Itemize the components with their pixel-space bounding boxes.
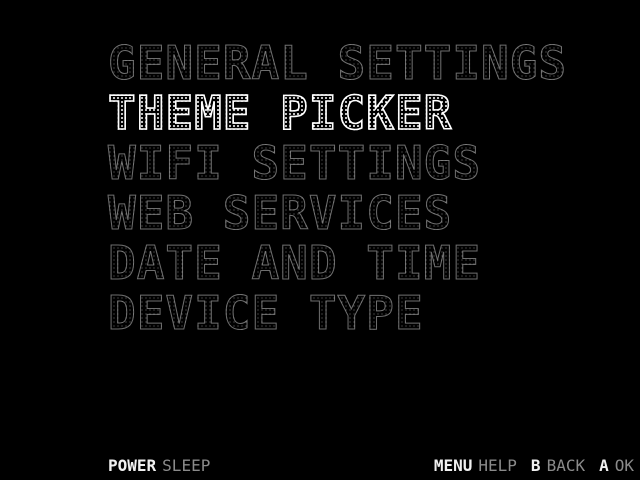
- menu-item-wifi-settings[interactable]: WIFI SETTINGS: [107, 138, 567, 189]
- power-hint: POWER SLEEP: [108, 456, 224, 475]
- menu-item-date-and-time[interactable]: DATE AND TIME: [107, 238, 567, 289]
- menu-item-web-services[interactable]: WEB SERVICES: [107, 188, 567, 239]
- button-hint-bar: POWER SLEEP MENU HELP B BACK A OK: [108, 454, 634, 476]
- control-hints: MENU HELP B BACK A OK: [434, 456, 634, 475]
- b-button-label[interactable]: B: [531, 456, 541, 475]
- back-action-label: BACK: [546, 455, 586, 475]
- menu-item-general-settings[interactable]: GENERAL SETTINGS: [107, 38, 567, 89]
- help-action-label: HELP: [478, 455, 517, 475]
- a-button-label[interactable]: A: [599, 456, 609, 475]
- settings-menu: GENERAL SETTINGS THEME PICKER WIFI SETTI…: [107, 38, 567, 339]
- menu-button-label[interactable]: MENU: [434, 456, 473, 475]
- sleep-action-label: SLEEP: [162, 455, 211, 475]
- power-button-label[interactable]: POWER: [108, 456, 156, 475]
- menu-item-device-type[interactable]: DEVICE TYPE: [107, 288, 567, 339]
- ok-action-label: OK: [614, 455, 634, 475]
- menu-item-theme-picker[interactable]: THEME PICKER: [107, 87, 567, 139]
